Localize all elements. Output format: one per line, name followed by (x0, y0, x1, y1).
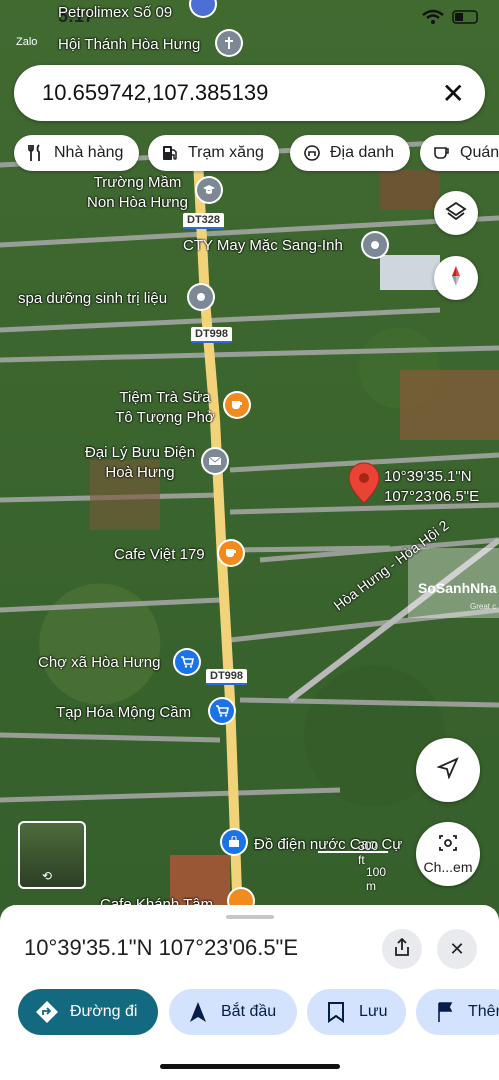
place-pin-icon[interactable] (189, 285, 213, 309)
field (400, 370, 499, 440)
watermark: SoSanhNha Great c (408, 548, 499, 618)
start-button[interactable]: Bắt đầu (169, 989, 297, 1035)
map-label[interactable]: spa dưỡng sinh trị liệu (18, 289, 167, 308)
building-roof (380, 255, 440, 290)
map-label[interactable]: Tiệm Trà Sữa (110, 388, 220, 407)
close-icon[interactable]: ✕ (442, 77, 465, 110)
map-label[interactable]: Cafe Việt 179 (114, 545, 205, 564)
route-shield: DT998 (191, 327, 233, 343)
gas-pump-icon (160, 143, 180, 163)
map-label[interactable]: Hội Thánh Hòa Hưng (58, 35, 200, 54)
action-label: Đường đi (70, 1003, 138, 1020)
wifi-battery-icon (421, 9, 481, 30)
more-button[interactable]: Thêm (416, 989, 499, 1035)
share-icon (394, 937, 410, 961)
navigation-arrow-icon (185, 999, 211, 1025)
street-view-icon: ⟲ (42, 869, 53, 883)
place-pin-icon[interactable] (363, 233, 387, 257)
map-label[interactable]: Petrolimex Số 09 (58, 3, 172, 22)
map-label[interactable]: Đại Lý Bưu Điện (75, 443, 205, 462)
chip-label: Quán (460, 144, 499, 161)
location-pin-icon[interactable] (348, 462, 380, 504)
search-bar[interactable]: 10.659742,107.385139 ✕ (14, 65, 485, 121)
school-icon[interactable] (197, 178, 221, 202)
pin-longitude: 107°23'06.5"E (384, 488, 480, 505)
map-label[interactable]: CTY May Mặc Sang-Inh (183, 236, 343, 255)
fork-knife-icon (26, 143, 46, 163)
watermark-subtext: Great c (470, 602, 497, 611)
map-label[interactable]: Non Hòa Hưng (80, 193, 195, 212)
church-icon[interactable] (217, 31, 241, 55)
camera-button-label: Ch...em (423, 858, 473, 875)
landmark-icon (302, 143, 322, 163)
share-button[interactable] (382, 929, 422, 969)
chip-gas[interactable]: Trạm xăng (148, 135, 279, 171)
camera-icon (438, 834, 458, 857)
action-label: Thêm (468, 1003, 499, 1020)
bottom-sheet[interactable]: 10°39'35.1"N 107°23'06.5"E ✕ Đường đi Bắ… (0, 905, 499, 1080)
map-label[interactable]: Hoà Hưng (75, 463, 205, 482)
drag-handle[interactable] (226, 915, 274, 919)
carrier-label: Zalo (16, 36, 38, 48)
category-chips: Nhà hàng Trạm xăng Địa danh Quán (14, 135, 499, 171)
action-label: Lưu (359, 1003, 388, 1020)
route-shield: DT998 (206, 669, 248, 685)
compass-button[interactable] (434, 256, 478, 300)
navigation-arrow-icon (436, 756, 459, 784)
compass-icon (445, 265, 467, 292)
chip-restaurants[interactable]: Nhà hàng (14, 135, 139, 171)
shopping-bag-icon[interactable] (222, 830, 246, 854)
layers-button[interactable] (434, 191, 478, 235)
pin-latitude: 10°39'35.1"N (384, 468, 472, 485)
field (380, 170, 440, 210)
close-button[interactable]: ✕ (437, 929, 477, 969)
chip-landmarks[interactable]: Địa danh (290, 135, 410, 171)
map-label[interactable]: Tô Tượng Phở (110, 408, 220, 427)
home-indicator[interactable] (160, 1064, 340, 1069)
watermark-text: SoSanhNha (418, 580, 497, 596)
chip-cafes[interactable]: Quán (420, 135, 499, 171)
shopping-cart-icon[interactable] (175, 650, 199, 674)
cafe-icon[interactable] (225, 393, 249, 417)
camera-search-button[interactable]: Ch...em (416, 822, 480, 886)
scale-ft: 300 ft (358, 839, 379, 867)
chip-label: Địa danh (330, 144, 395, 161)
bookmark-icon (323, 999, 349, 1025)
route-shield: DT328 (183, 213, 225, 229)
chip-label: Trạm xăng (188, 144, 264, 161)
close-icon: ✕ (449, 938, 465, 959)
my-location-button[interactable] (416, 738, 480, 802)
flag-icon (432, 999, 458, 1025)
map-label[interactable]: Tạp Hóa Mộng Cầm (56, 703, 191, 722)
directions-icon (34, 999, 60, 1025)
scale-m: 100 m (366, 865, 387, 893)
map-label[interactable]: Trường Mầm (80, 173, 195, 192)
shopping-cart-icon[interactable] (210, 699, 234, 723)
chip-label: Nhà hàng (54, 144, 124, 161)
coordinates-title: 10°39'35.1"N 107°23'06.5"E (24, 935, 299, 960)
save-button[interactable]: Lưu (307, 989, 406, 1035)
search-input[interactable]: 10.659742,107.385139 (42, 80, 268, 106)
directions-button[interactable]: Đường đi (18, 989, 158, 1035)
map-label[interactable]: Chợ xã Hòa Hưng (38, 653, 160, 672)
action-label: Bắt đầu (221, 1003, 277, 1020)
mail-icon[interactable] (203, 449, 227, 473)
street-view-thumbnail[interactable]: ⟲ (18, 821, 86, 889)
layers-icon (445, 200, 467, 227)
cafe-icon[interactable] (219, 541, 243, 565)
coffee-cup-icon (432, 143, 452, 163)
